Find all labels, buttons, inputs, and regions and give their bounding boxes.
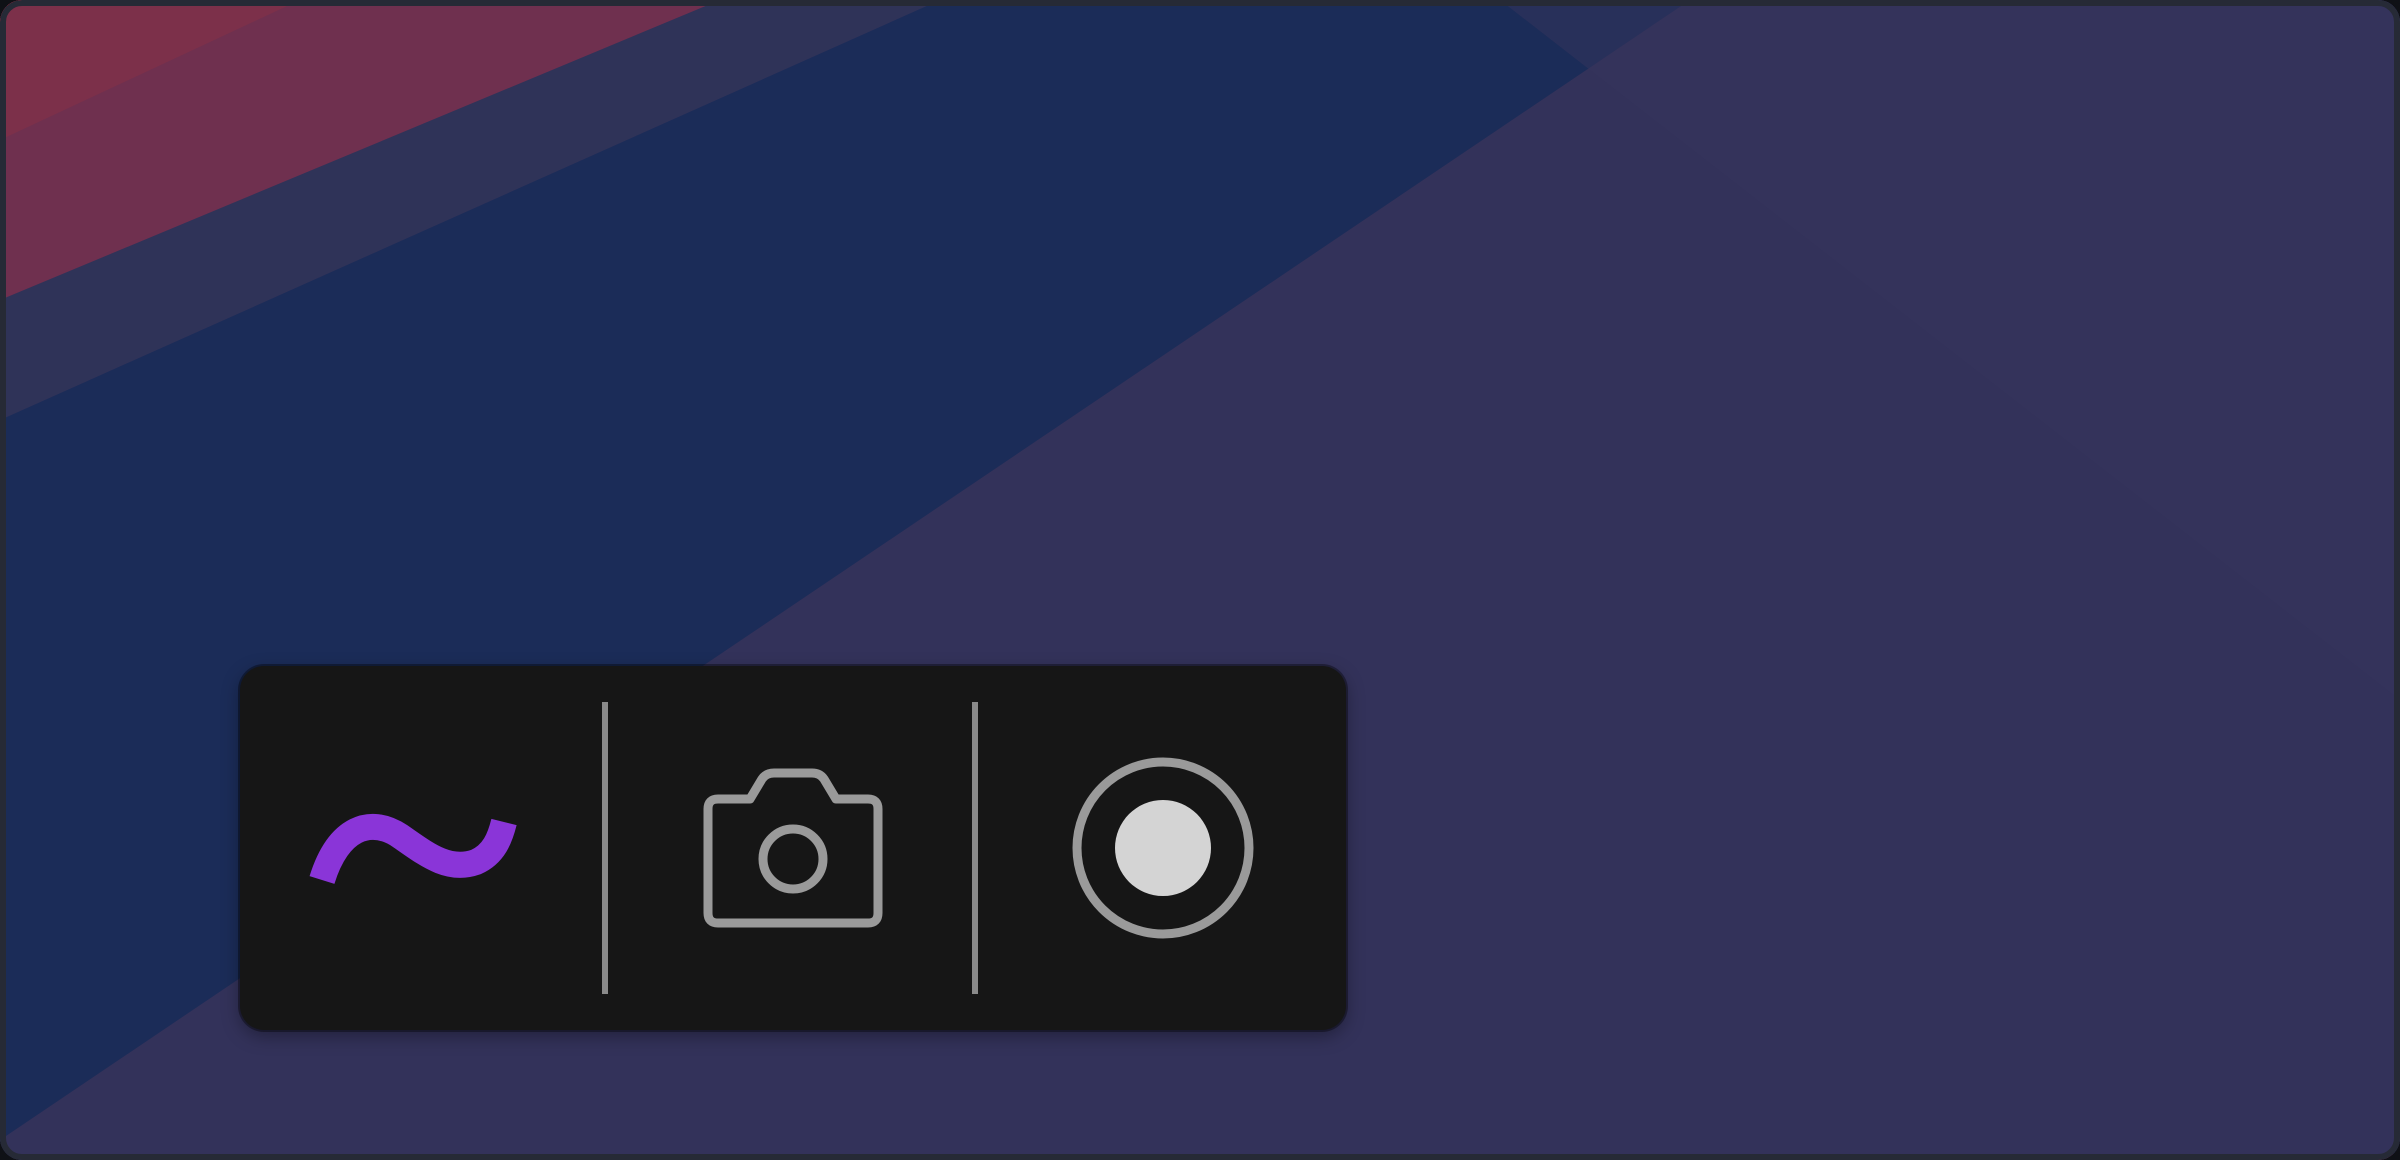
toolbar-divider	[972, 702, 978, 994]
squiggle-icon	[308, 798, 538, 898]
toolbar-divider	[602, 702, 608, 994]
capture-toolbar	[240, 666, 1346, 1030]
squiggle-tool-button[interactable]	[240, 666, 606, 1030]
record-icon	[1068, 753, 1258, 943]
app-window	[0, 0, 2400, 1160]
record-button[interactable]	[980, 666, 1346, 1030]
screenshot-button[interactable]	[610, 666, 976, 1030]
camera-icon	[688, 763, 898, 933]
